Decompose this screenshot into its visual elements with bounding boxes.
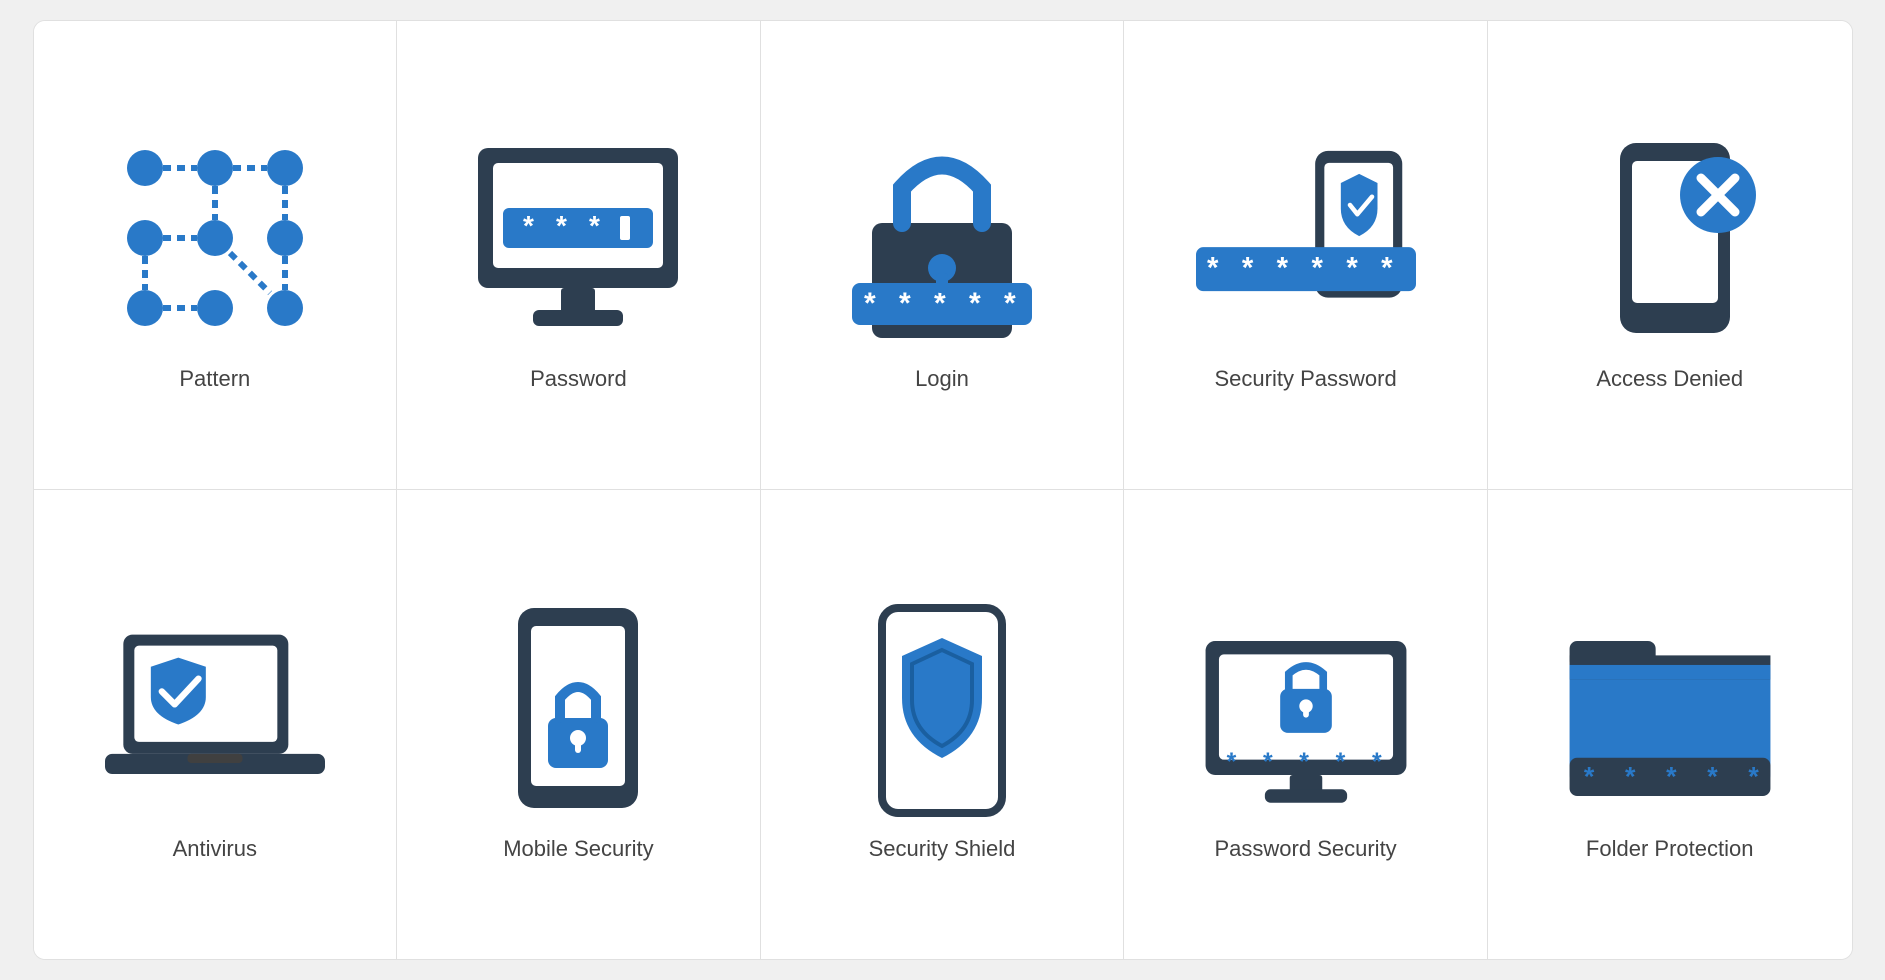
access-denied-icon	[1560, 128, 1780, 348]
password-icon: * * *	[468, 128, 688, 348]
svg-text:*: *	[1666, 761, 1677, 791]
pattern-label: Pattern	[179, 366, 250, 392]
svg-text:*: *	[1004, 287, 1016, 320]
antivirus-label: Antivirus	[173, 836, 257, 862]
login-label: Login	[915, 366, 969, 392]
svg-text:*: *	[523, 210, 534, 241]
svg-text:*: *	[1207, 251, 1219, 284]
svg-text:*: *	[1263, 748, 1273, 776]
svg-text:*: *	[969, 287, 981, 320]
icon-cell-security-password: * * * * * * Security Password	[1124, 21, 1488, 490]
svg-text:*: *	[1299, 748, 1309, 776]
icon-cell-folder-protection: * * * * * Folder Protection	[1488, 490, 1852, 959]
antivirus-icon	[105, 598, 325, 818]
icon-cell-password-security: * * * * * Password Security	[1124, 490, 1488, 959]
svg-text:*: *	[1625, 761, 1636, 791]
password-label: Password	[530, 366, 627, 392]
icon-grid: Pattern * * * Passwor	[33, 20, 1853, 960]
folder-protection-label: Folder Protection	[1586, 836, 1754, 862]
svg-text:*: *	[1276, 251, 1288, 284]
security-shield-label: Security Shield	[869, 836, 1016, 862]
svg-text:*: *	[1381, 251, 1393, 284]
svg-text:*: *	[1346, 251, 1358, 284]
mobile-security-icon	[468, 598, 688, 818]
svg-text:*: *	[1372, 748, 1382, 776]
svg-text:*: *	[1311, 251, 1323, 284]
svg-text:*: *	[1226, 748, 1236, 776]
icon-cell-access-denied: Access Denied	[1488, 21, 1852, 490]
svg-text:*: *	[1748, 761, 1759, 791]
password-security-icon: * * * * *	[1196, 598, 1416, 818]
security-password-label: Security Password	[1215, 366, 1397, 392]
svg-text:*: *	[556, 210, 567, 241]
icon-cell-security-shield: Security Shield	[761, 490, 1125, 959]
access-denied-label: Access Denied	[1596, 366, 1743, 392]
login-icon: * * * * *	[832, 128, 1052, 348]
icon-cell-pattern: Pattern	[34, 21, 398, 490]
svg-text:*: *	[1584, 761, 1595, 791]
icon-cell-antivirus: Antivirus	[34, 490, 398, 959]
icon-cell-password: * * * Password	[397, 21, 761, 490]
svg-text:*: *	[1241, 251, 1253, 284]
mobile-security-label: Mobile Security	[503, 836, 653, 862]
icon-cell-login: * * * * * Login	[761, 21, 1125, 490]
password-security-label: Password Security	[1215, 836, 1397, 862]
icon-cell-mobile-security: Mobile Security	[397, 490, 761, 959]
security-shield-icon	[832, 598, 1052, 818]
svg-text:*: *	[589, 210, 600, 241]
svg-text:*: *	[1335, 748, 1345, 776]
folder-protection-icon: * * * * *	[1560, 598, 1780, 818]
pattern-icon	[105, 128, 325, 348]
svg-text:*: *	[1707, 761, 1718, 791]
svg-text:*: *	[899, 287, 911, 320]
svg-text:*: *	[864, 287, 876, 320]
security-password-icon: * * * * * *	[1196, 128, 1416, 348]
